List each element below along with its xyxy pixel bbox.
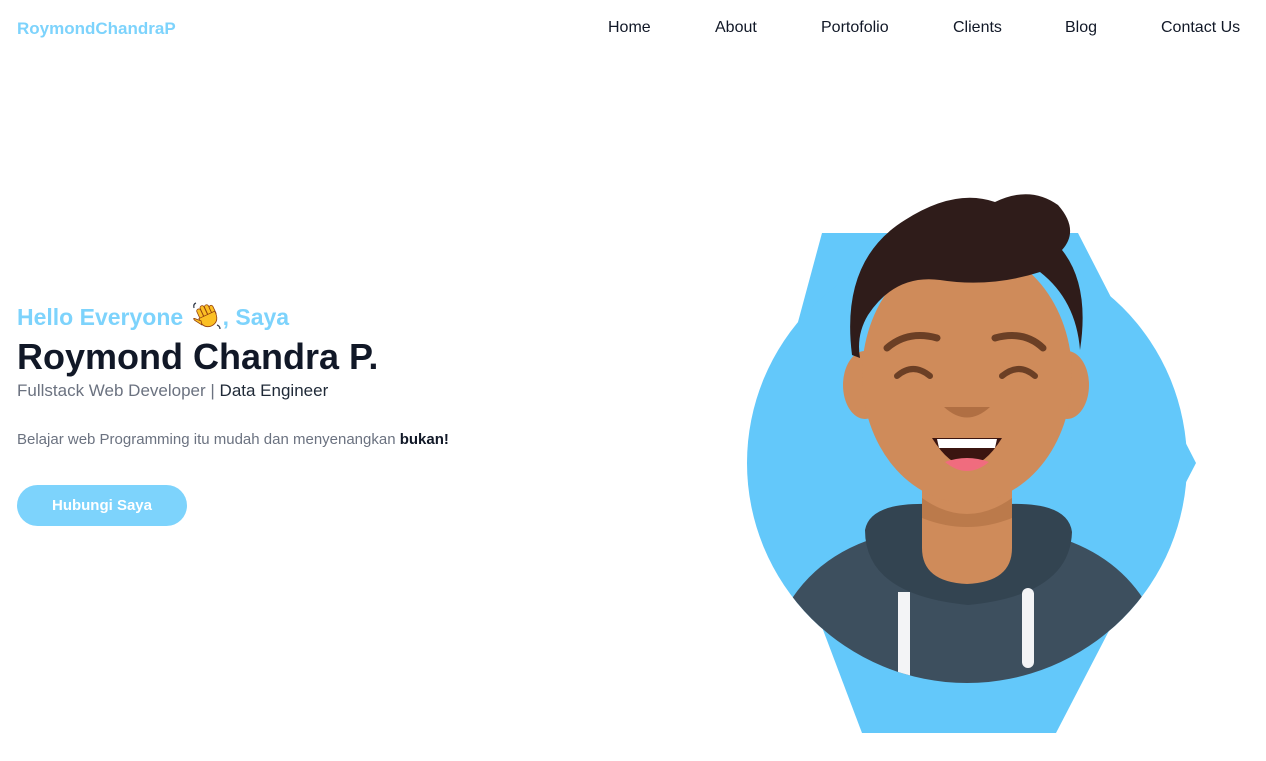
nav-link-contact-us[interactable]: Contact Us [1161,19,1240,36]
nav-item-portofolio: Portofolio [821,19,889,37]
role-separator: | [210,381,215,400]
nav-link-blog[interactable]: Blog [1065,19,1097,36]
navbar: RoymondChandraP Home About Portofolio Cl… [0,0,1266,58]
contact-cta-button[interactable]: Hubungi Saya [17,485,187,526]
nav-link-clients[interactable]: Clients [953,19,1002,36]
role-secondary: Data Engineer [219,381,329,400]
avatar-illustration [740,180,1200,740]
hoodie-string-right [1022,588,1034,668]
hero-greeting: Hello Everyone , Saya [17,302,617,332]
nav-link-about[interactable]: About [715,19,757,36]
nav-item-home: Home [608,19,651,37]
hero-roles: Fullstack Web Developer | Data Engineer [17,380,617,402]
nav-link-portofolio[interactable]: Portofolio [821,19,889,36]
nav-item-blog: Blog [1065,19,1097,37]
nav-item-contact-us: Contact Us [1161,19,1240,37]
tagline-emphasis: bukan! [399,431,449,448]
hero-intro: Hello Everyone , Saya Roymond Chandra P.… [17,302,617,526]
hoodie-string-left [898,592,910,682]
waving-hand-icon [192,302,222,330]
hero-name: Roymond Chandra P. [17,336,379,377]
role-primary: Fullstack Web Developer [17,381,206,400]
greeting-text: Hello Everyone [17,304,184,330]
nav-item-about: About [715,19,757,37]
hero-tagline: Belajar web Programming itu mudah dan me… [17,430,617,450]
tagline-text: Belajar web Programming itu mudah dan me… [17,431,396,448]
greeting-suffix: , Saya [222,304,290,330]
nav-item-clients: Clients [953,19,1002,37]
nav-link-home[interactable]: Home [608,19,651,36]
nav-menu: Home About Portofolio Clients Blog Conta… [0,19,1266,39]
